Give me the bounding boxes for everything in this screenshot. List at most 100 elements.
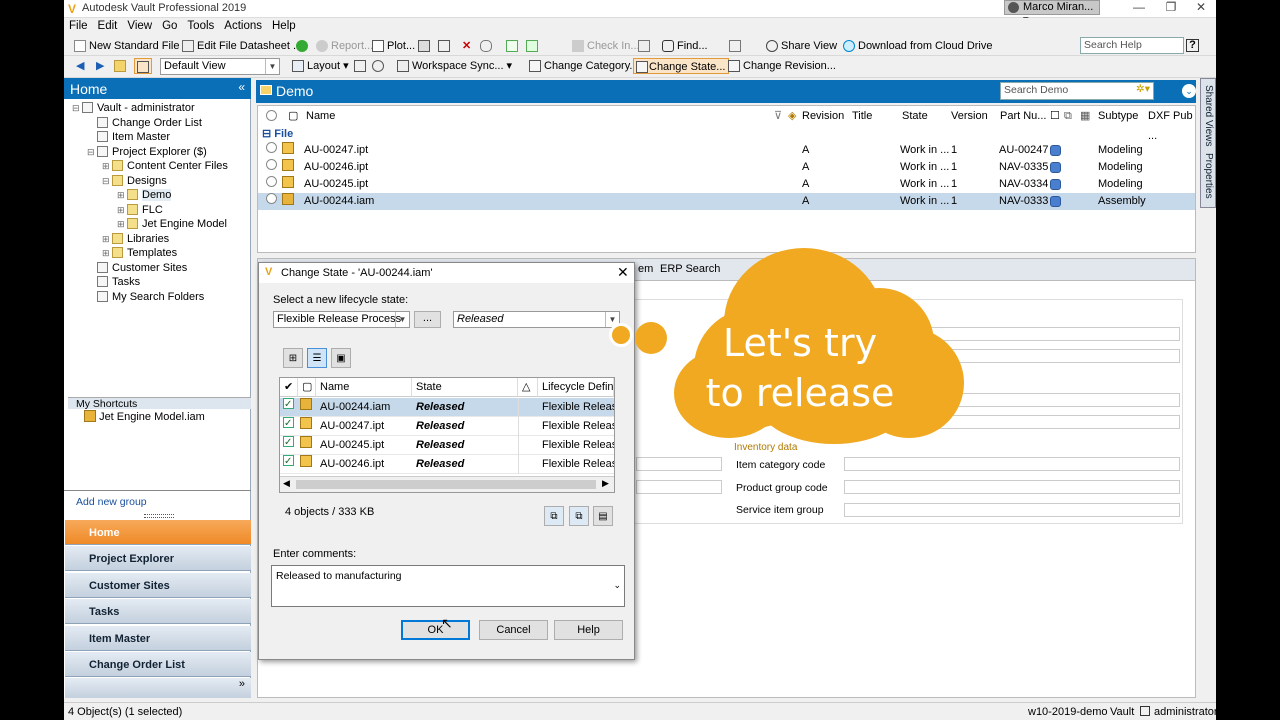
tree-item[interactable]: ⊞ Libraries — [102, 232, 169, 246]
menu-file[interactable]: File — [64, 18, 93, 34]
nav-button[interactable]: Customer Sites — [65, 572, 251, 598]
col-state[interactable]: State — [902, 106, 928, 126]
expand-toggle-icon[interactable]: ⊞ — [102, 246, 112, 260]
dialog-table-row[interactable]: AU-00245.ipt Released Flexible Release F — [280, 433, 614, 455]
search-help-input[interactable]: Search Help — [1080, 37, 1184, 54]
tree-item[interactable]: ⊟ Vault - administrator — [72, 101, 195, 115]
dialog-table-row[interactable]: AU-00244.iam Released Flexible Release F — [280, 395, 614, 417]
settings-button[interactable]: ▤ — [593, 506, 613, 526]
table-row[interactable]: AU-00247.ipt A Work in ... 1 AU-00247 Modelin… — [258, 142, 1195, 159]
nav-button[interactable]: Change Order List — [65, 652, 251, 677]
dlg-col-lifecycle[interactable]: Lifecycle Definiti — [538, 378, 614, 397]
menu-help[interactable]: Help — [267, 18, 301, 34]
back-button[interactable]: ◀ — [74, 58, 88, 74]
menu-view[interactable]: View — [122, 18, 157, 34]
help-icon[interactable]: ? — [1186, 39, 1199, 52]
view-select[interactable]: Default View ▼ — [160, 58, 280, 75]
share-view-button[interactable]: Share View — [766, 38, 837, 54]
expand-toggle-icon[interactable]: ⊞ — [102, 159, 112, 173]
copy-design-button[interactable] — [506, 38, 521, 54]
tree-item[interactable]: Customer Sites — [87, 261, 187, 275]
tree-item[interactable]: ⊟ Project Explorer ($) — [87, 145, 207, 159]
col-name[interactable]: Name — [306, 106, 335, 126]
change-revision-button[interactable]: Change Revision... — [728, 58, 836, 74]
print-button[interactable] — [418, 38, 433, 54]
workspace-sync-button[interactable]: Workspace Sync... ▾ — [397, 58, 512, 74]
table-row[interactable]: AU-00245.ipt A Work in ... 1 NAV-0334 Modelin… — [258, 176, 1195, 193]
refresh-button[interactable] — [296, 38, 311, 54]
expand-toggle-icon[interactable]: ⊞ — [117, 217, 127, 231]
tree-item[interactable]: ⊞ Demo — [117, 188, 172, 202]
group-header[interactable]: ⊟ File — [262, 127, 293, 140]
plot-button[interactable]: Plot... — [372, 38, 415, 54]
scroll-left-icon[interactable]: ◀ — [283, 478, 290, 489]
print-preview-button[interactable] — [438, 38, 453, 54]
lifecycle-state-select[interactable]: Released ▼ — [453, 311, 620, 328]
dependents-button[interactable]: ⧉ — [569, 506, 589, 526]
menu-tools[interactable]: Tools — [182, 18, 219, 34]
nav-button[interactable]: Home — [65, 520, 251, 545]
lifecycle-process-select[interactable]: Flexible Release Process ▼ — [273, 311, 410, 328]
dlg-col-state[interactable]: State — [412, 378, 518, 397]
col-revision[interactable]: Revision — [802, 106, 844, 126]
tab-item[interactable]: em — [638, 263, 653, 275]
new-standard-file-button[interactable]: New Standard File ... — [74, 38, 192, 54]
col-title[interactable]: Title — [852, 106, 872, 126]
item-category-code-field[interactable] — [844, 457, 1180, 471]
table-row[interactable]: AU-00246.ipt A Work in ... 1 NAV-0335 Modelin… — [258, 159, 1195, 176]
search-options-icon[interactable]: ✲▾ — [1136, 83, 1150, 95]
expand-toggle-icon[interactable]: ⊟ — [72, 101, 82, 115]
change-category-button[interactable]: Change Category... — [529, 58, 639, 74]
dialog-table-row[interactable]: AU-00246.ipt Released Flexible Release F — [280, 452, 614, 474]
attach-button[interactable] — [480, 38, 495, 54]
user-menu[interactable]: Marco Miran... ▾ — [1004, 0, 1100, 26]
search-demo-input[interactable]: Search Demo ✲▾ — [1000, 82, 1154, 100]
expand-toggle-icon[interactable]: ⊞ — [117, 203, 127, 217]
tree-item[interactable]: My Search Folders — [87, 290, 204, 304]
up-folder-button[interactable] — [114, 58, 129, 74]
comments-input[interactable]: Released to manufacturing ⌄ — [271, 565, 625, 607]
delete-button[interactable]: ✕ — [460, 38, 474, 54]
tree-item[interactable]: ⊞ Content Center Files — [102, 159, 228, 173]
menu-edit[interactable]: Edit — [93, 18, 123, 34]
filter-button[interactable] — [354, 58, 369, 74]
expand-icon[interactable]: ⌄ — [1182, 84, 1196, 98]
tree-item[interactable]: ⊞ Jet Engine Model — [117, 217, 227, 231]
browse-process-button[interactable]: ... — [414, 311, 441, 328]
tree-item[interactable]: Change Order List — [87, 116, 202, 130]
shared-views-tab[interactable]: Shared Views — [1203, 85, 1214, 147]
tree-item[interactable]: ⊞ Templates — [102, 246, 177, 260]
tree-item[interactable]: ⊟ Designs — [102, 174, 167, 188]
tree-item[interactable]: ⊞ FLC — [117, 203, 163, 217]
erp-field-5[interactable] — [636, 457, 722, 471]
add-new-group-link[interactable]: Add new group — [76, 496, 147, 508]
erp-field-6[interactable] — [636, 480, 722, 494]
expand-toggle-icon[interactable]: ⊞ — [102, 232, 112, 246]
shortcut-item[interactable]: Jet Engine Model.iam — [84, 410, 205, 423]
menu-go[interactable]: Go — [157, 18, 182, 34]
service-item-group-field[interactable] — [844, 503, 1180, 517]
check-in-button[interactable]: Check In... — [572, 38, 640, 54]
nav-button[interactable]: Tasks — [65, 599, 251, 625]
horizontal-scrollbar[interactable]: ◀ ▶ — [280, 476, 614, 492]
cancel-button[interactable]: Cancel — [479, 620, 548, 640]
nav-button[interactable]: Item Master — [65, 625, 251, 651]
nav-pane-toggle[interactable] — [134, 58, 152, 74]
table-row[interactable]: AU-00244.iam A Work in ... 1 NAV-0333 Assembl… — [258, 193, 1195, 210]
report-button[interactable]: Report... — [316, 38, 373, 54]
col-dxf[interactable]: DXF Pub ... — [1148, 106, 1195, 142]
dlg-col-name[interactable]: Name — [316, 378, 412, 397]
expand-toggle-icon[interactable]: ⊟ — [87, 145, 97, 159]
nav-button[interactable]: Project Explorer — [65, 546, 251, 572]
layout-button[interactable]: Layout ▾ — [292, 58, 349, 74]
col-version[interactable]: Version — [951, 106, 988, 126]
product-group-code-field[interactable] — [844, 480, 1180, 494]
ok-button[interactable]: OK — [401, 620, 470, 640]
menu-actions[interactable]: Actions — [219, 18, 267, 34]
check-out-button[interactable] — [526, 38, 541, 54]
close-window-button[interactable]: ✕ — [1186, 0, 1216, 18]
properties-tab[interactable]: Properties — [1203, 153, 1214, 199]
tree-item[interactable]: Tasks — [87, 275, 140, 289]
restore-button[interactable]: ❐ — [1156, 0, 1186, 18]
edit-datasheet-button[interactable]: Edit File Datasheet ... — [182, 38, 302, 54]
